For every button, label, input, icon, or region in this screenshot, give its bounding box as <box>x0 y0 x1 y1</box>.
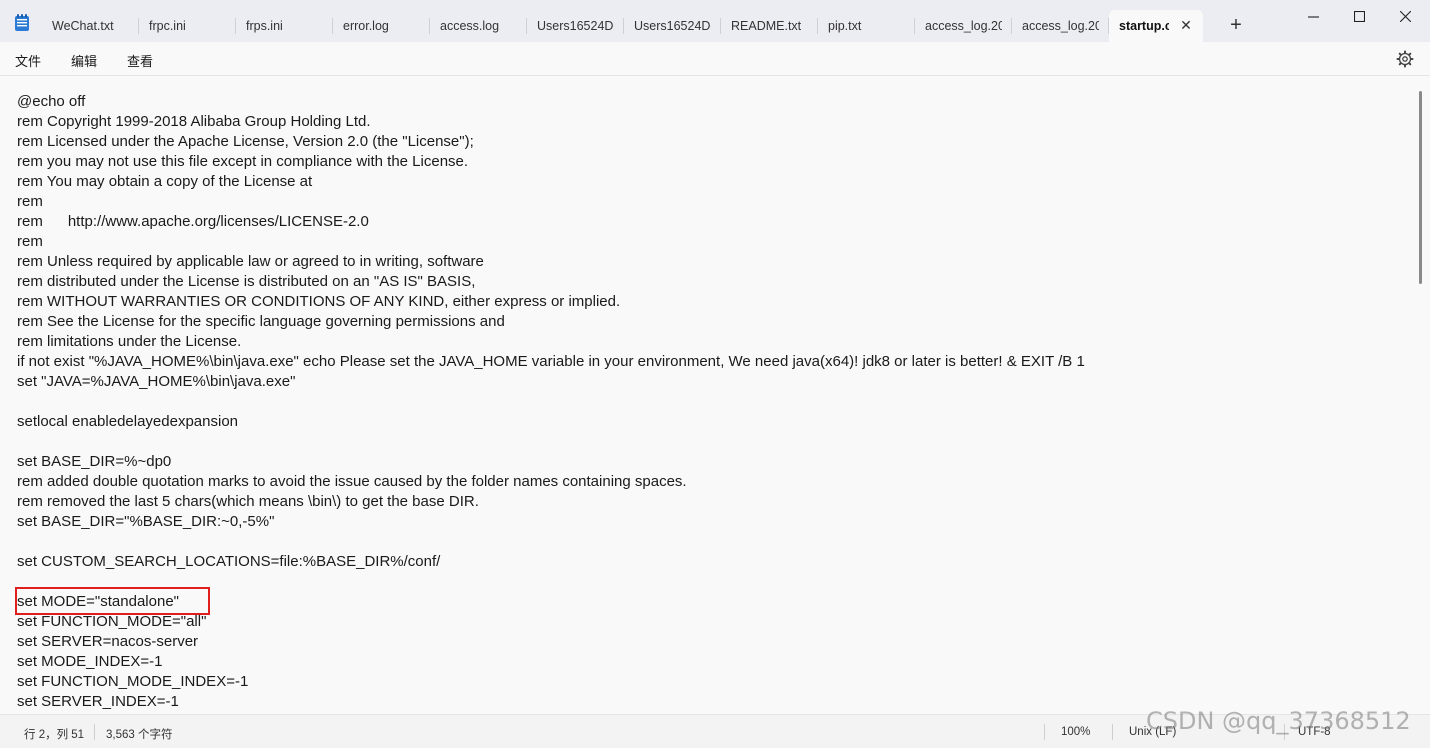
code-line: rem added double quotation marks to avoi… <box>17 473 687 490</box>
tab-label: pip.txt <box>828 19 862 33</box>
code-line: set BASE_DIR=%~dp0 <box>17 453 172 470</box>
tab-strip: WeChat.txt frpc.ini frps.ini error.log a… <box>42 10 1203 42</box>
tab-label: error.log <box>343 19 389 33</box>
tab-readme-txt[interactable]: README.txt <box>721 10 818 42</box>
tab-label: Users16524Desk <box>634 19 711 33</box>
cursor-position: 行 2，列 51 <box>24 729 85 741</box>
code-line: set "JAVA=%JAVA_HOME%\bin\java.exe" <box>17 373 296 390</box>
code-line: set MODE_INDEX=-1 <box>17 653 163 670</box>
code-line: rem WITHOUT WARRANTIES OR CONDITIONS OF … <box>17 293 621 310</box>
code-line: @echo off <box>17 93 86 110</box>
code-line: set FUNCTION_MODE_INDEX=-1 <box>17 673 249 690</box>
code-line: rem http://www.apache.org/licenses/LICEN… <box>17 213 369 230</box>
tab-label: frps.ini <box>246 19 283 33</box>
notepad-icon <box>15 14 29 31</box>
code-line: rem Unless required by applicable law or… <box>17 253 484 270</box>
code-line: set FUNCTION_MODE="all" <box>17 613 207 630</box>
tab-label: access.log <box>440 19 500 33</box>
tab-access-log-2024-1[interactable]: access_log.2024 <box>915 10 1012 42</box>
code-line: set MODE="standalone" <box>17 593 179 610</box>
new-tab-button[interactable]: + <box>1226 15 1246 36</box>
code-line: rem Copyright 1999-2018 Alibaba Group Ho… <box>17 113 371 130</box>
character-count: 3,563 个字符 <box>106 729 173 741</box>
menu-view[interactable]: 查看 <box>127 51 153 70</box>
close-icon <box>1399 10 1411 22</box>
tab-users-desk-2[interactable]: Users16524Desk <box>624 10 721 42</box>
zoom-level[interactable]: 100% <box>1061 726 1090 738</box>
tab-pip-txt[interactable]: pip.txt <box>818 10 915 42</box>
tab-label: frpc.ini <box>149 19 186 33</box>
tab-access-log[interactable]: access.log <box>430 10 527 42</box>
menu-bar: 文件 编辑 查看 <box>0 42 1430 76</box>
tab-frpc-ini[interactable]: frpc.ini <box>139 10 236 42</box>
code-line: rem Licensed under the Apache License, V… <box>17 133 474 150</box>
code-line: rem limitations under the License. <box>17 333 242 350</box>
code-line: rem You may obtain a copy of the License… <box>17 173 313 190</box>
code-line: rem <box>17 233 43 250</box>
code-line: rem See the License for the specific lan… <box>17 313 505 330</box>
maximize-button[interactable] <box>1336 0 1382 32</box>
code-line: set CUSTOM_SEARCH_LOCATIONS=file:%BASE_D… <box>17 553 441 570</box>
code-line: rem you may not use this file except in … <box>17 153 469 170</box>
tab-startup-cmd[interactable]: startup.c ✕ <box>1109 10 1203 42</box>
tab-label: README.txt <box>731 19 802 33</box>
status-divider <box>1112 724 1113 740</box>
text-editor[interactable]: @echo off rem Copyright 1999-2018 Alibaba… <box>0 77 1430 714</box>
code-line: rem removed the last 5 chars(which means… <box>17 493 479 510</box>
code-line: setlocal enabledelayedexpansion <box>17 413 239 430</box>
maximize-icon <box>1353 10 1365 22</box>
editor-lines: @echo off rem Copyright 1999-2018 Alibaba… <box>17 92 1397 712</box>
code-line: set SERVER=nacos-server <box>17 633 199 650</box>
watermark-text: CSDN @qq_37368512 <box>1146 707 1411 735</box>
code-line: set BASE_DIR="%BASE_DIR:~0,-5%" <box>17 513 275 530</box>
menu-edit[interactable]: 编辑 <box>71 51 97 70</box>
tab-label: access_log.2024 <box>925 19 1002 33</box>
settings-gear-icon[interactable] <box>1396 50 1414 68</box>
status-divider <box>94 724 95 740</box>
tab-label: WeChat.txt <box>52 19 114 33</box>
status-divider <box>1044 724 1045 740</box>
code-line: if not exist "%JAVA_HOME%\bin\java.exe" … <box>17 353 1085 370</box>
code-line: rem <box>17 193 43 210</box>
tab-users-desk-1[interactable]: Users16524Desk <box>527 10 624 42</box>
highlight-annotation-box <box>15 587 210 615</box>
tab-error-log[interactable]: error.log <box>333 10 430 42</box>
tab-wechat-txt[interactable]: WeChat.txt <box>42 10 139 42</box>
tab-label: startup.c <box>1119 19 1169 33</box>
code-line: rem distributed under the License is dis… <box>17 273 476 290</box>
minimize-button[interactable] <box>1290 0 1336 32</box>
minimize-icon <box>1307 15 1319 18</box>
close-tab-icon[interactable]: ✕ <box>1179 18 1193 32</box>
vertical-scrollbar[interactable] <box>1419 91 1422 284</box>
tab-label: access_log.2024 <box>1022 19 1099 33</box>
close-window-button[interactable] <box>1382 0 1428 32</box>
title-bar: WeChat.txt frpc.ini frps.ini error.log a… <box>0 0 1430 42</box>
tab-access-log-2024-2[interactable]: access_log.2024 <box>1012 10 1109 42</box>
menu-file[interactable]: 文件 <box>15 51 41 70</box>
tab-label: Users16524Desk <box>537 19 614 33</box>
tab-frps-ini[interactable]: frps.ini <box>236 10 333 42</box>
